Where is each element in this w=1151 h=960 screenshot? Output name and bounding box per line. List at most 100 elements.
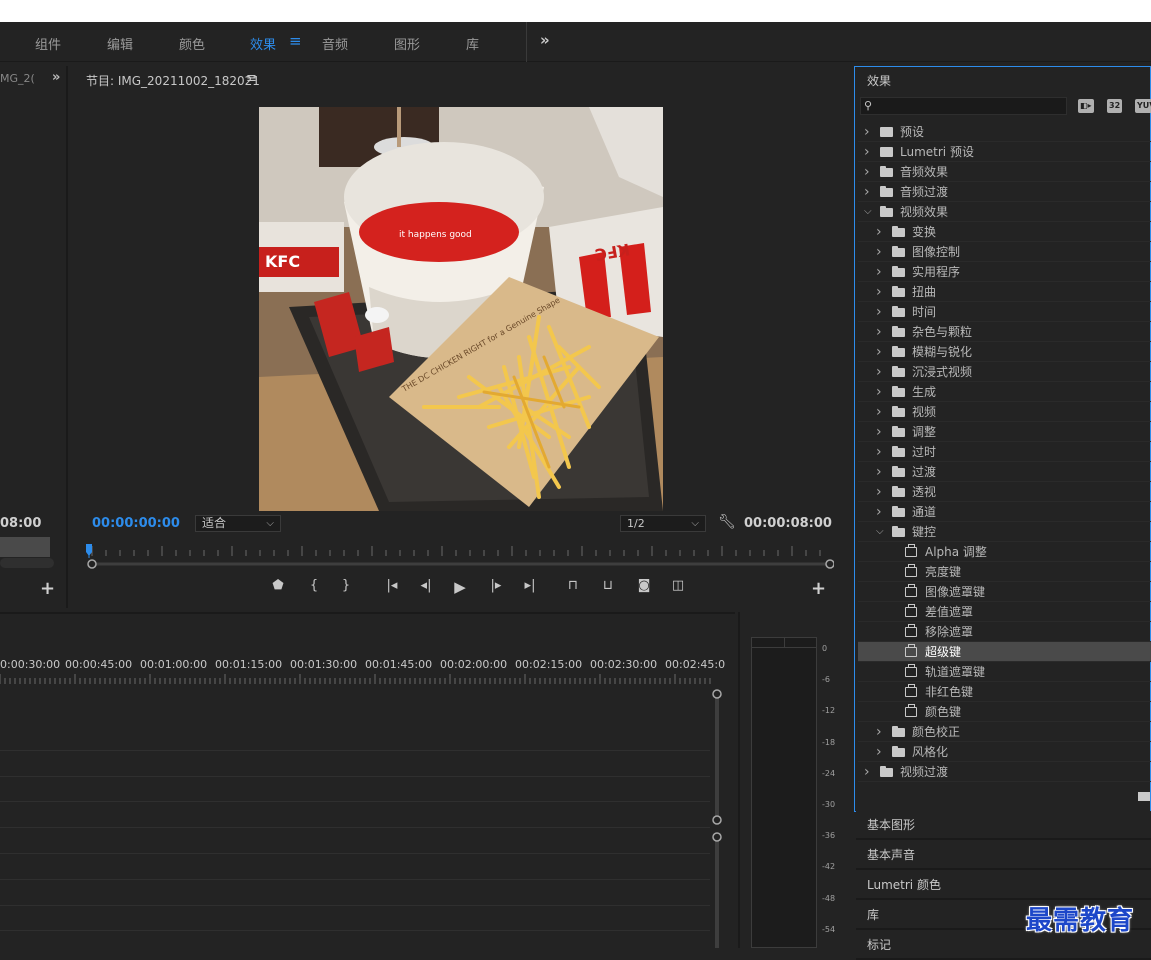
mark-out-icon[interactable]: } <box>336 578 356 593</box>
effects-tree-item[interactable]: › 预设 <box>858 122 1151 142</box>
chevron-down-icon[interactable]: ⌵ <box>864 202 872 222</box>
effects-tree-item[interactable]: › 音频过渡 <box>858 182 1151 202</box>
new-bin-folder-icon[interactable] <box>1138 792 1150 801</box>
chevron-right-icon[interactable]: › <box>876 302 882 322</box>
effects-tree-item[interactable]: ⌵ 视频效果 <box>858 202 1151 222</box>
chevron-right-icon[interactable]: › <box>876 442 882 462</box>
chevron-right-icon[interactable]: › <box>876 262 882 282</box>
chevron-right-icon[interactable]: › <box>876 382 882 402</box>
program-monitor-title[interactable]: 节目: IMG_20211002_182021 <box>86 72 260 89</box>
scroll-handle-left[interactable] <box>87 559 97 569</box>
export-frame-camera-icon[interactable]: ◙ <box>634 578 654 593</box>
chevron-right-icon[interactable]: › <box>876 742 882 762</box>
chevron-right-icon[interactable]: › <box>864 122 870 142</box>
yuv-effects-icon[interactable]: YUV <box>1135 99 1151 113</box>
effects-tree-item[interactable]: 亮度键 <box>858 562 1151 582</box>
chevron-right-icon[interactable]: › <box>876 482 882 502</box>
effects-tree-item[interactable]: › 过渡 <box>858 462 1151 482</box>
accelerated-effects-icon[interactable]: ◧▸ <box>1078 99 1094 113</box>
effects-tree-item[interactable]: 轨道遮罩键 <box>858 662 1151 682</box>
playhead-timecode[interactable]: 00:00:00:00 <box>92 516 180 531</box>
chevron-right-icon[interactable]: › <box>876 462 882 482</box>
chevron-right-icon[interactable]: › <box>876 242 882 262</box>
effects-tree-item[interactable]: › 风格化 <box>858 742 1151 762</box>
effects-tree-item[interactable]: › 生成 <box>858 382 1151 402</box>
program-panel-menu-icon[interactable]: ≡ <box>246 71 257 86</box>
effects-tree-item[interactable]: 差值遮罩 <box>858 602 1151 622</box>
effects-tree-item[interactable]: › 扭曲 <box>858 282 1151 302</box>
effects-tree-item[interactable]: › Lumetri 预设 <box>858 142 1151 162</box>
workspace-tab-effects[interactable]: 效果 <box>250 34 276 53</box>
chevron-right-icon[interactable]: › <box>864 762 870 782</box>
chevron-right-icon[interactable]: › <box>876 422 882 442</box>
effects-tree-item[interactable]: › 变换 <box>858 222 1151 242</box>
chevron-right-icon[interactable]: › <box>864 182 870 202</box>
effects-tree-item[interactable]: › 沉浸式视频 <box>858 362 1151 382</box>
effects-tree-item[interactable]: ⌵ 键控 <box>858 522 1151 542</box>
workspace-tab-libraries[interactable]: 库 <box>466 34 479 53</box>
chevron-right-icon[interactable]: › <box>876 342 882 362</box>
workspace-tab-graphics[interactable]: 图形 <box>394 34 420 53</box>
playback-resolution-select[interactable]: 1/2 ⌵ <box>620 515 706 532</box>
effects-panel-title[interactable]: 效果 <box>867 72 891 89</box>
effects-tree-item[interactable]: › 透视 <box>858 482 1151 502</box>
effects-tree-item[interactable]: › 调整 <box>858 422 1151 442</box>
workspace-tab-assembly[interactable]: 组件 <box>35 34 61 53</box>
panel-lumetri-color[interactable]: Lumetri 颜色 <box>856 871 1151 900</box>
effects-tree-item[interactable]: › 通道 <box>858 502 1151 522</box>
scroll-handle-right[interactable] <box>825 559 834 569</box>
32-bit-effects-icon[interactable]: 32 <box>1107 99 1123 113</box>
effects-tree-item[interactable]: › 音频效果 <box>858 162 1151 182</box>
step-back-icon[interactable]: ◂| <box>416 578 436 593</box>
go-to-out-icon[interactable]: ▸| <box>520 578 540 593</box>
effects-tree-item[interactable]: › 视频 <box>858 402 1151 422</box>
program-zoom-scrollbar[interactable] <box>86 559 834 569</box>
chevron-right-icon[interactable]: › <box>876 722 882 742</box>
settings-wrench-icon[interactable]: 🔧︎ <box>718 514 736 530</box>
effects-tree-item[interactable]: › 实用程序 <box>858 262 1151 282</box>
add-marker-icon[interactable]: ⬟ <box>268 578 288 593</box>
timeline-vertical-scrollbar[interactable] <box>710 688 724 948</box>
source-more-icon[interactable]: » <box>52 70 60 85</box>
panel-essential-sound[interactable]: 基本声音 <box>856 841 1151 870</box>
source-scroll-bar[interactable] <box>0 558 54 568</box>
chevron-right-icon[interactable]: › <box>876 322 882 342</box>
panel-essential-graphics[interactable]: 基本图形 <box>856 811 1151 840</box>
effects-tree-item[interactable]: › 时间 <box>858 302 1151 322</box>
source-tab[interactable]: MG_2( <box>0 72 35 85</box>
workspace-menu-icon[interactable]: ≡ <box>289 32 302 50</box>
effects-tree-item[interactable]: Alpha 调整 <box>858 542 1151 562</box>
comparison-view-icon[interactable]: ◫ <box>668 578 688 593</box>
chevron-right-icon[interactable]: › <box>876 502 882 522</box>
workspace-tab-audio[interactable]: 音频 <box>322 34 348 53</box>
source-add-button[interactable]: + <box>40 578 55 599</box>
mark-in-icon[interactable]: { <box>304 578 324 593</box>
more-workspaces-icon[interactable]: » <box>540 31 550 49</box>
effects-tree-item[interactable]: 颜色键 <box>858 702 1151 722</box>
chevron-right-icon[interactable]: › <box>876 362 882 382</box>
effects-tree-item[interactable]: › 图像控制 <box>858 242 1151 262</box>
effects-search-input[interactable] <box>860 97 1067 115</box>
effects-tree-item[interactable]: › 模糊与锐化 <box>858 342 1151 362</box>
workspace-tab-editing[interactable]: 编辑 <box>107 34 133 53</box>
extract-icon[interactable]: ⊔ <box>598 578 618 593</box>
program-video-frame[interactable]: KFC KFC it happens good THE DC CHICKEN R… <box>259 107 663 511</box>
effects-tree-item[interactable]: 非红色键 <box>858 682 1151 702</box>
step-forward-icon[interactable]: |▸ <box>486 578 506 593</box>
chevron-right-icon[interactable]: › <box>864 142 870 162</box>
timeline-time-ruler[interactable] <box>0 674 712 684</box>
chevron-right-icon[interactable]: › <box>876 402 882 422</box>
program-time-ruler[interactable] <box>86 542 834 558</box>
effects-tree-item[interactable]: 图像遮罩键 <box>858 582 1151 602</box>
chevron-down-icon[interactable]: ⌵ <box>876 522 884 542</box>
program-add-button[interactable]: + <box>811 578 826 599</box>
lift-icon[interactable]: ⊓ <box>563 578 583 593</box>
source-zoom-bar[interactable] <box>0 537 50 557</box>
chevron-right-icon[interactable]: › <box>864 162 870 182</box>
play-icon[interactable]: ▶ <box>450 578 470 596</box>
chevron-right-icon[interactable]: › <box>876 222 882 242</box>
chevron-right-icon[interactable]: › <box>876 282 882 302</box>
effects-tree-item[interactable]: › 颜色校正 <box>858 722 1151 742</box>
effects-tree-item[interactable]: › 视频过渡 <box>858 762 1151 782</box>
workspace-tab-color[interactable]: 颜色 <box>179 34 205 53</box>
